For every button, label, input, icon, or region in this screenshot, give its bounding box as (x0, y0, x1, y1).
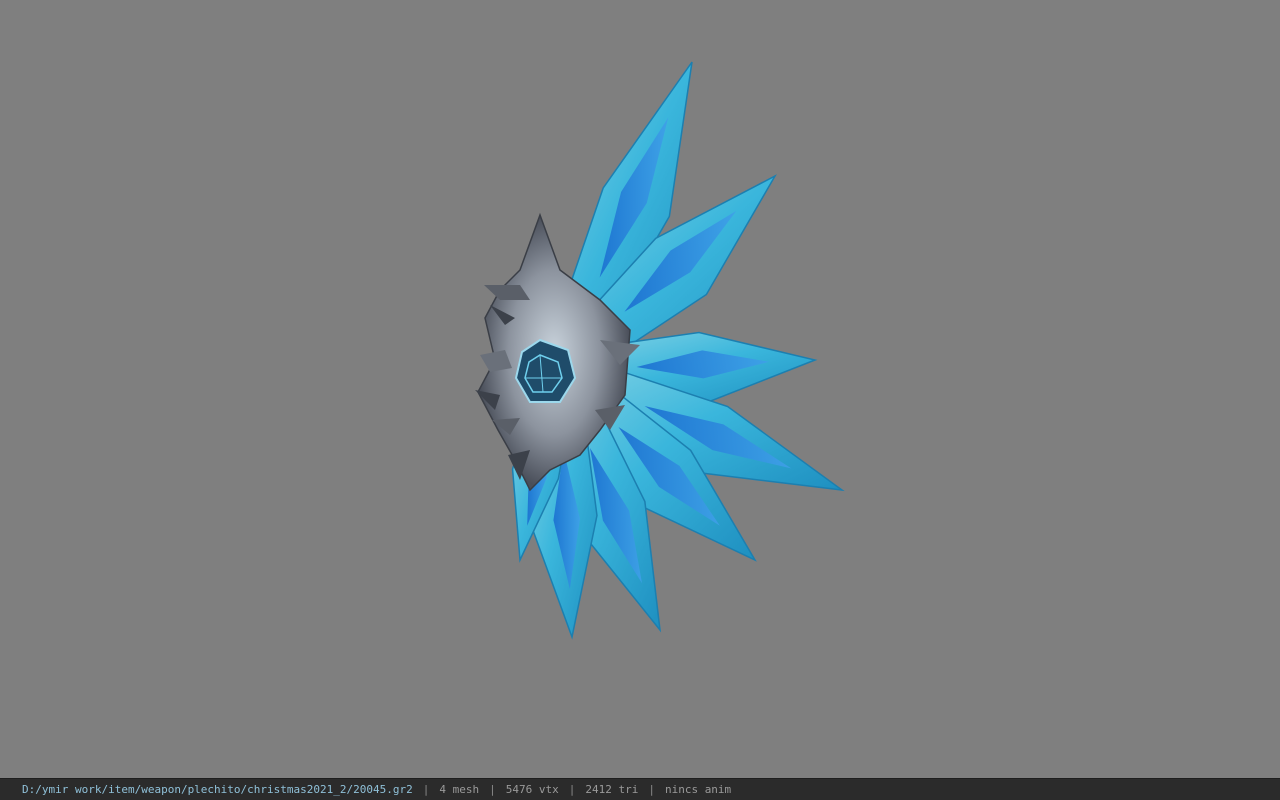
file-path: D:/ymir work/item/weapon/plechito/christ… (22, 783, 413, 796)
model-render[interactable] (0, 0, 1280, 778)
triangle-count: 2412 tri (585, 783, 639, 796)
status-bar: D:/ymir work/item/weapon/plechito/christ… (0, 778, 1280, 800)
mesh-count: 4 mesh (439, 783, 480, 796)
status-separator: | (489, 783, 496, 796)
vertex-count: 5476 vtx (505, 783, 559, 796)
status-separator: | (422, 783, 430, 796)
3d-viewport[interactable] (0, 0, 1280, 778)
status-separator: | (568, 783, 576, 796)
status-separator: | (648, 783, 655, 796)
animation-status: nincs anim (664, 783, 732, 796)
